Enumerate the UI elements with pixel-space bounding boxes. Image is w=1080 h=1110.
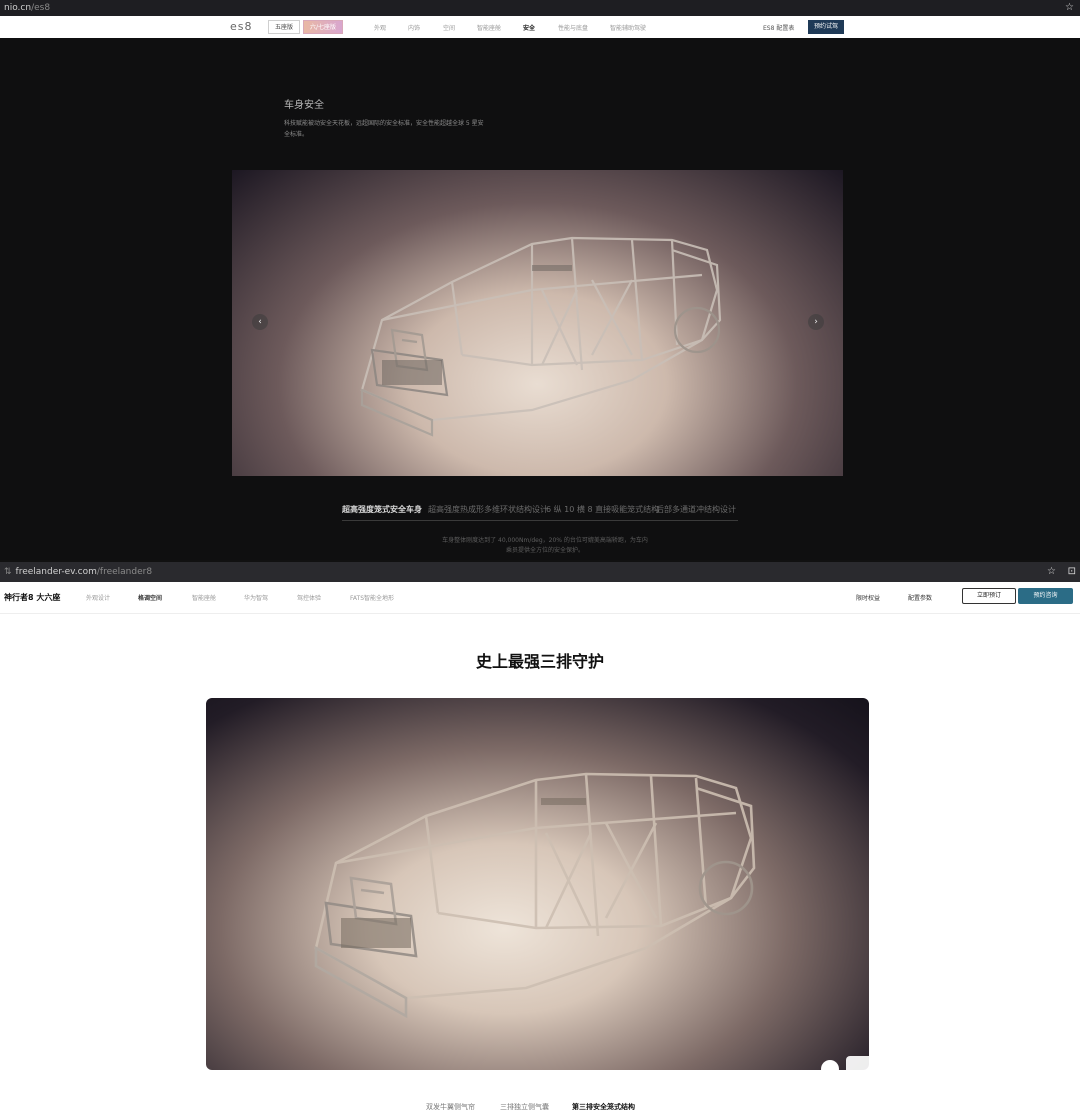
- address-bar-top[interactable]: nio.cn/es8 ☆: [0, 0, 1080, 16]
- section-headline: 史上最强三排守护: [475, 652, 604, 671]
- config-table-link[interactable]: ES8 配置表: [763, 23, 794, 32]
- address-bar-bottom[interactable]: ⇅ freelander-ev.com/freelander8 ☆ ⊡: [0, 562, 1080, 582]
- order-now-button[interactable]: 立即预订: [962, 588, 1016, 604]
- tab-cage-body[interactable]: 超高强度笼式安全车身: [342, 504, 422, 515]
- nio-safety-section: 车身安全 科技赋能被动安全天花板，远超国际的安全标准，安全性能超越全球 5 星安…: [0, 38, 1080, 560]
- tab-third-row-cage[interactable]: 第三排安全笼式结构: [572, 1102, 635, 1110]
- nav-link-cockpit[interactable]: 智能座舱: [477, 23, 501, 32]
- brand-title[interactable]: 神行者8 大六座: [4, 592, 60, 603]
- chevron-left-icon[interactable]: ‹: [252, 314, 268, 330]
- url-path: /es8: [31, 3, 51, 13]
- nav-link-cockpit[interactable]: 智能座舱: [192, 593, 216, 602]
- nav-link-space[interactable]: 空间: [443, 23, 455, 32]
- section-title: 车身安全: [284, 100, 324, 111]
- freelander-safety-section: 史上最强三排守护 双发牛翼侧气帘 三排独立侧气囊 第三排安全笼式结构: [0, 614, 1080, 1110]
- variant-pill-six-seven-seat[interactable]: 六/七座版: [303, 20, 344, 34]
- nav-link-space[interactable]: 格调空间: [138, 593, 162, 602]
- tab-rear-structure[interactable]: 后部多通道冲结构设计: [656, 504, 736, 515]
- chevron-right-icon[interactable]: ›: [808, 314, 824, 330]
- nav-link-driving[interactable]: 驾控体验: [297, 593, 321, 602]
- nav-link-adas[interactable]: 智能辅助驾驶: [610, 23, 646, 32]
- url-path-bottom: /freelander8: [96, 567, 153, 577]
- nav-link-offers[interactable]: 限时权益: [856, 593, 880, 602]
- nio-top-nav: es8 五座版 六/七座版 外观 内饰 空间 智能座舱 安全 性能与底盘 智能辅…: [0, 16, 1080, 38]
- freelander-top-nav: 神行者8 大六座 外观设计 格调空间 智能座舱 华为智驾 驾控体验 FATS智能…: [0, 582, 1080, 614]
- nav-link-exterior[interactable]: 外观: [374, 23, 386, 32]
- extensions-icon[interactable]: ⊡: [1068, 562, 1076, 582]
- url-domain: nio.cn: [4, 3, 32, 13]
- star-icon[interactable]: ☆: [1065, 0, 1074, 16]
- tab-divider: [342, 520, 738, 521]
- url-domain-bottom: freelander-ev.com: [15, 567, 97, 577]
- star-icon[interactable]: ☆: [1047, 562, 1056, 582]
- section-caption: 车身整体刚度达到了 40,000Nm/deg，20% 的台位可媲美高端轿跑，为车…: [442, 537, 648, 554]
- consult-button[interactable]: 预约咨询: [1018, 588, 1073, 604]
- nav-link-specs[interactable]: 配置参数: [908, 593, 932, 602]
- book-test-drive-button[interactable]: 预约试驾: [808, 20, 844, 34]
- tab-curtain-airbag[interactable]: 双发牛翼侧气帘: [426, 1102, 475, 1110]
- nav-link-safety[interactable]: 安全: [523, 23, 535, 32]
- section-description: 科技赋能被动安全天花板，远超国际的安全标准，安全性能超越全球 5 星安全标准。: [284, 120, 484, 138]
- car-frame-illustration: [360, 236, 722, 437]
- variant-pill-five-seat[interactable]: 五座版: [268, 20, 301, 34]
- nav-link-performance[interactable]: 性能与底盘: [558, 23, 588, 32]
- site-settings-icon[interactable]: ⇅: [4, 567, 12, 577]
- tab-side-airbag[interactable]: 三排独立侧气囊: [500, 1102, 549, 1110]
- car-body-image: ‹ ›: [232, 170, 843, 476]
- tab-hot-formed[interactable]: 超高强度热成形多维环状结构设计: [428, 504, 548, 515]
- nav-link-huawei-adas[interactable]: 华为智驾: [244, 593, 268, 602]
- brand-logo[interactable]: es8: [230, 20, 253, 33]
- tab-cage-structure[interactable]: 6 纵 10 横 8 直接吸能笼式结构: [546, 504, 659, 515]
- nav-link-fats[interactable]: FATS智能全地形: [350, 593, 394, 602]
- nav-link-interior[interactable]: 内饰: [408, 23, 420, 32]
- watermark-logo: [821, 1056, 1056, 1082]
- car-frame-illustration: [314, 772, 756, 1019]
- car-body-image: [206, 698, 869, 1070]
- nav-link-exterior-design[interactable]: 外观设计: [86, 593, 110, 602]
